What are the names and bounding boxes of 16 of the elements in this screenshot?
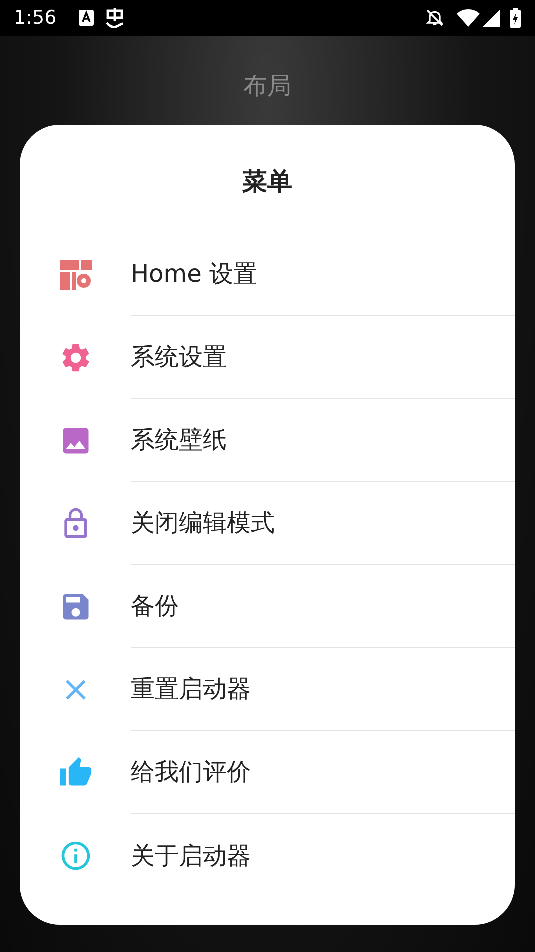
menu-item[interactable]: 关于启动器	[20, 814, 515, 897]
signal-icon	[483, 10, 500, 26]
page-title: 布局	[244, 70, 292, 102]
battery-charging-icon	[510, 8, 521, 28]
menu-item[interactable]: 备份	[20, 565, 515, 648]
menu-item[interactable]: 系统设置	[20, 316, 515, 399]
status-time: 1:56	[14, 6, 57, 31]
menu-item[interactable]: 给我们评价	[20, 731, 515, 814]
keyboard-notification-icon	[78, 10, 94, 26]
wifi-icon	[457, 9, 480, 27]
dialog-title: 菜单	[242, 166, 292, 198]
menu-item[interactable]: 重置启动器	[20, 648, 515, 731]
bell-off-icon	[425, 8, 445, 28]
menu-item[interactable]: 关闭编辑模式	[20, 482, 515, 565]
menu-item[interactable]: 系统壁纸	[20, 399, 515, 482]
menu-item[interactable]: Home 设置	[20, 233, 515, 316]
